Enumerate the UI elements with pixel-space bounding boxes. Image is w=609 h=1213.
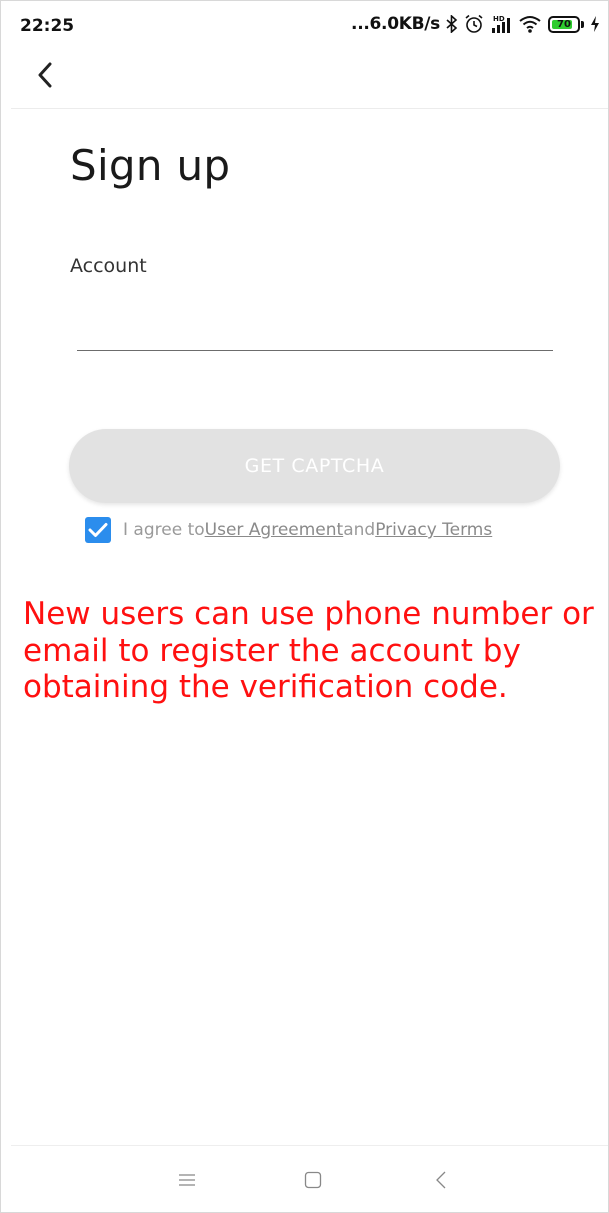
wifi-icon [518, 14, 542, 34]
user-agreement-link[interactable]: User Agreement [205, 520, 344, 540]
annotation-text: New users can use phone number or email … [23, 596, 603, 706]
agree-prefix: I agree to [123, 520, 205, 540]
status-icons: ...6.0KB/s HD 70 [351, 14, 600, 34]
bluetooth-icon [446, 15, 458, 33]
status-bar: 22:25 ...6.0KB/s HD 70 [1, 1, 609, 53]
account-label: Account [70, 255, 147, 277]
agreement-text: I agree toUser AgreementandPrivacy Terms [123, 520, 492, 540]
system-nav-bar [1, 1146, 609, 1213]
menu-icon [177, 1172, 197, 1188]
chevron-left-icon [36, 62, 54, 88]
agreement-row: I agree toUser AgreementandPrivacy Terms [85, 517, 492, 543]
network-speed: ...6.0KB/s [351, 14, 440, 34]
charging-icon [590, 15, 600, 33]
back-button[interactable] [29, 59, 61, 91]
hd-signal-icon: HD [490, 14, 512, 34]
menu-button[interactable] [167, 1160, 207, 1200]
back-triangle-icon [434, 1170, 448, 1190]
agree-conjunction: and [343, 520, 375, 540]
privacy-terms-link[interactable]: Privacy Terms [375, 520, 492, 540]
get-captcha-button[interactable]: GET CAPTCHA [69, 429, 560, 503]
alarm-icon [464, 14, 484, 34]
account-input[interactable] [77, 301, 553, 351]
home-button[interactable] [293, 1160, 333, 1200]
agree-checkbox[interactable] [85, 517, 111, 543]
header-divider [11, 108, 608, 109]
svg-text:HD: HD [493, 15, 505, 23]
status-time: 22:25 [20, 16, 74, 36]
home-square-icon [303, 1170, 323, 1190]
battery-icon: 70 [548, 16, 584, 33]
page-title: Sign up [70, 141, 230, 190]
system-back-button[interactable] [421, 1160, 461, 1200]
checkmark-icon [88, 522, 108, 538]
phone-screen: 22:25 ...6.0KB/s HD 70 [0, 0, 609, 1213]
